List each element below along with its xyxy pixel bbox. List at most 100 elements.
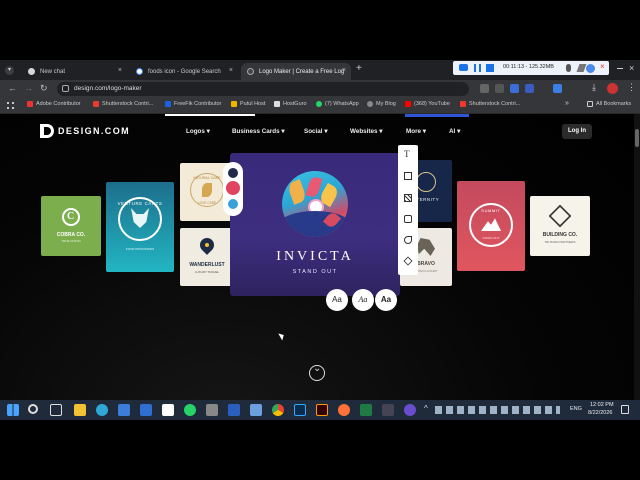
bookmark-item[interactable]: HostGuro — [274, 101, 307, 107]
texture-icon[interactable] — [404, 194, 412, 202]
nav-websites[interactable]: Websites ▾ — [350, 128, 382, 135]
whatsapp-icon[interactable] — [184, 404, 196, 416]
extension-icon[interactable] — [480, 84, 489, 93]
nav-business-cards[interactable]: Business Cards ▾ — [232, 128, 285, 135]
pen-icon[interactable] — [576, 64, 587, 72]
site-info-icon[interactable] — [62, 85, 69, 92]
card-name: WANDERLUST — [189, 262, 225, 268]
app-icon[interactable] — [404, 404, 416, 416]
reload-icon[interactable]: ↻ — [40, 83, 48, 94]
extension-icon[interactable] — [525, 84, 534, 93]
download-icon[interactable]: ⤓ — [592, 82, 596, 93]
logo-card-wanderlust[interactable]: WANDERLUST LUXURY TRAVEL — [180, 228, 234, 286]
shapes-icon[interactable] — [404, 236, 412, 244]
firefox-icon[interactable] — [338, 404, 350, 416]
design-logo-icon[interactable] — [40, 124, 54, 138]
profile-avatar[interactable] — [607, 83, 618, 94]
font-style-serif-italic[interactable]: Aa — [352, 289, 374, 311]
illustrator-icon[interactable] — [316, 404, 328, 416]
chevron-down-icon: ▾ — [324, 128, 328, 135]
scroll-down-button[interactable]: ⌄ — [309, 363, 325, 381]
color-swatch-navy[interactable] — [228, 168, 238, 178]
logo-card-venture[interactable]: VENTURE CARTS FOOD PROVISIONS — [106, 182, 174, 272]
task-view-icon[interactable] — [50, 404, 62, 416]
close-tab-icon[interactable]: × — [342, 67, 346, 74]
nav-ai[interactable]: AI ▾ — [449, 128, 460, 135]
notification-icon[interactable] — [621, 405, 629, 414]
bookmark-item[interactable]: Adobe Contributor — [27, 101, 81, 107]
layers-icon[interactable] — [403, 256, 413, 266]
menu-icon[interactable]: ⋮ — [627, 82, 636, 93]
nav-logos[interactable]: Logos ▾ — [186, 128, 210, 135]
text-icon[interactable]: T — [404, 149, 410, 159]
font-style-sans[interactable]: Aa — [326, 289, 348, 311]
scrollbar-thumb[interactable] — [635, 129, 639, 147]
login-button[interactable]: Log In — [562, 124, 592, 139]
bookmark-item[interactable]: Shutterstock Contri... — [93, 101, 153, 107]
store-icon[interactable] — [140, 404, 152, 416]
logo-card-building[interactable]: BUILDING CO. TRUSTED PARTNERS — [530, 196, 590, 256]
logo-card-cobra[interactable]: C COBRA CO. TRUE VISION — [41, 196, 101, 256]
color-swatch-red[interactable] — [226, 181, 240, 195]
nav-more[interactable]: More ▾ — [406, 128, 426, 135]
more-bookmarks-icon[interactable]: » — [565, 100, 569, 107]
tab-google-search[interactable]: foods icon - Google Search × — [130, 63, 238, 80]
forward-icon[interactable]: → — [24, 83, 33, 93]
new-tab-button[interactable]: + — [356, 63, 362, 74]
url-text: design.com/logo-maker — [74, 85, 142, 92]
tray-chevron-icon[interactable]: ^ — [424, 404, 428, 413]
excel-icon[interactable] — [360, 404, 372, 416]
app-icon[interactable] — [206, 404, 218, 416]
clock-date[interactable]: 8/22/2026 — [588, 410, 612, 416]
bookmark-item[interactable]: FreeFik Contributor — [165, 101, 221, 107]
close-tab-icon[interactable]: × — [118, 67, 122, 74]
pause-icon[interactable] — [474, 64, 481, 72]
photoshop-icon[interactable] — [294, 404, 306, 416]
bookmark-item[interactable]: Shutterstock Contri... — [460, 101, 520, 107]
word-icon[interactable] — [228, 404, 240, 416]
chrome-icon[interactable] — [272, 404, 284, 416]
mic-icon[interactable] — [566, 64, 571, 72]
search-icon[interactable] — [28, 404, 38, 414]
minimize-icon[interactable] — [617, 68, 623, 69]
tab-search-icon[interactable]: ▾ — [5, 66, 14, 75]
extension-icon[interactable] — [495, 84, 504, 93]
extension-icon[interactable] — [510, 84, 519, 93]
tab-new-chat[interactable]: New chat × — [22, 63, 127, 80]
layout-icon[interactable] — [404, 172, 412, 180]
tab-logo-maker[interactable]: Logo Maker | Create a Free Log × — [241, 63, 351, 80]
address-bar[interactable]: design.com/logo-maker — [57, 82, 469, 96]
bookmark-item[interactable]: (368) YouTube — [405, 101, 450, 107]
close-window-icon[interactable]: × — [629, 63, 634, 73]
cobra-c-icon: C — [67, 211, 75, 222]
close-recorder-icon[interactable]: × — [600, 62, 605, 71]
brand-name[interactable]: DESIGN.COM — [58, 126, 130, 136]
app-icon[interactable] — [250, 404, 262, 416]
language-indicator[interactable]: ENG — [570, 406, 582, 412]
bookmark-item[interactable]: Putul Host — [231, 101, 265, 107]
file-explorer-icon[interactable] — [74, 404, 86, 416]
extension-icon[interactable] — [553, 84, 562, 93]
apps-grid-icon[interactable] — [7, 102, 14, 109]
logo-card-invicta[interactable]: INVICTA STAND OUT — [230, 153, 400, 296]
page-scrollbar[interactable] — [634, 114, 640, 400]
capcut-icon[interactable] — [162, 404, 174, 416]
webcam-icon[interactable] — [586, 64, 595, 73]
back-icon[interactable]: ← — [8, 83, 17, 93]
camera-icon[interactable] — [459, 64, 468, 71]
bookmark-item[interactable]: (7) WhatsApp — [316, 101, 359, 107]
color-swatch-blue[interactable] — [228, 199, 238, 209]
all-bookmarks[interactable]: All Bookmarks — [587, 101, 631, 107]
frame-icon[interactable] — [404, 215, 412, 223]
nav-social[interactable]: Social ▾ — [304, 128, 327, 135]
clock-time[interactable]: 12:02 PM — [590, 402, 614, 408]
bookmark-item[interactable]: My Blog — [367, 101, 396, 107]
close-tab-icon[interactable]: × — [229, 67, 233, 74]
stop-icon[interactable] — [486, 64, 494, 72]
edge-icon[interactable] — [96, 404, 108, 416]
mail-icon[interactable] — [118, 404, 130, 416]
font-style-bold[interactable]: Aa — [375, 289, 397, 311]
logo-card-summit[interactable]: SUMMIT STAND OUT — [457, 181, 525, 271]
app-icon[interactable] — [382, 404, 394, 416]
start-icon[interactable] — [7, 404, 19, 416]
